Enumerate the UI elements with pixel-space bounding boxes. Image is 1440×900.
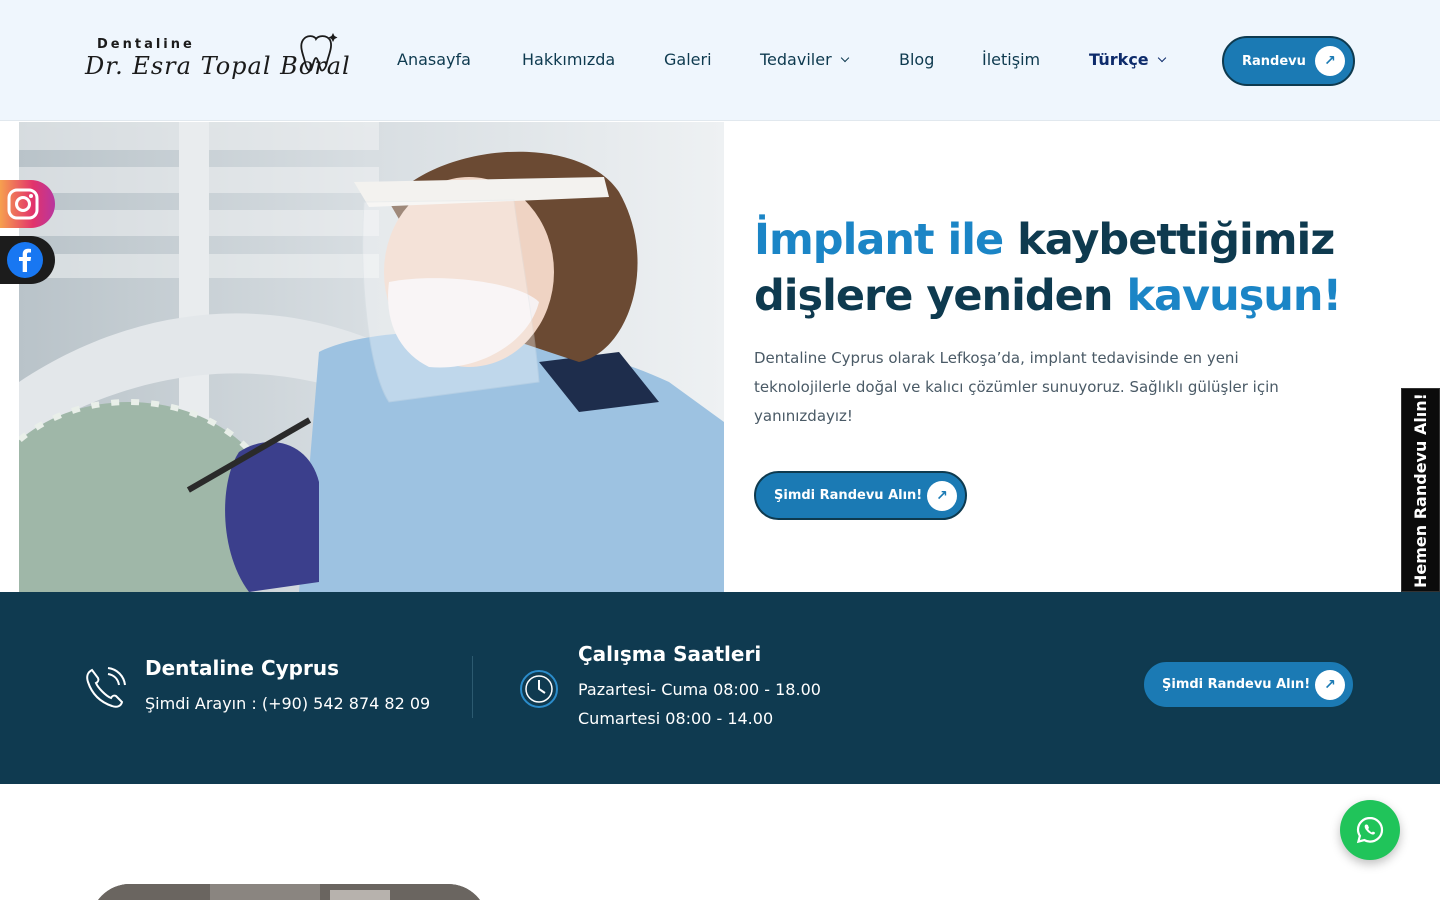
nav-item-galeri[interactable]: Galeri (664, 50, 712, 69)
side-appointment-tab[interactable]: Hemen Randevu Alın! (1401, 388, 1440, 592)
arrow-up-right-icon: ↗ (1315, 46, 1345, 76)
dentist-photo (19, 122, 724, 592)
nav-item-hakkimizda[interactable]: Hakkımızda (522, 50, 615, 69)
hero-description: Dentaline Cyprus olarak Lefkoşa’da, impl… (754, 349, 1279, 425)
arrow-up-right-icon: ↗ (1315, 669, 1345, 700)
hero-appointment-button[interactable]: Şimdi Randevu Alın! ↗ (754, 471, 967, 520)
contact-title: Dentaline Cyprus (145, 656, 339, 680)
hero-appointment-label: Şimdi Randevu Alın! (774, 488, 923, 503)
site-header: Dentaline Dr. Esra Topal Boral Anasayfa … (0, 0, 1440, 121)
contact-phone[interactable]: Şimdi Arayın : (+90) 542 874 82 09 (145, 694, 430, 713)
chevron-down-icon (840, 53, 849, 62)
section-image-preview (90, 884, 488, 900)
hours-saturday: Cumartesi 08:00 - 14.00 (578, 709, 774, 728)
hero-title: İmplant ile kaybettiğimiz dişlere yenide… (754, 212, 1374, 324)
whatsapp-button[interactable] (1340, 800, 1400, 860)
language-selector[interactable]: Türkçe (1089, 50, 1166, 69)
hero-title-highlight: İmplant ile (754, 215, 1004, 265)
clock-icon (520, 670, 558, 708)
hours-title: Çalışma Saatleri (578, 642, 762, 666)
hours-weekdays: Pazartesi- Cuma 08:00 - 18.00 (578, 680, 821, 699)
hero-image (19, 122, 724, 592)
instagram-icon (7, 188, 39, 220)
band-divider (472, 656, 473, 718)
phone-icon (86, 667, 126, 708)
chevron-down-icon (1157, 53, 1166, 62)
band-appointment-button[interactable]: Şimdi Randevu Alın! ↗ (1142, 660, 1355, 709)
nav-item-iletisim[interactable]: İletişim (982, 50, 1040, 69)
band-appointment-label: Şimdi Randevu Alın! (1162, 677, 1311, 692)
nav-item-tedaviler[interactable]: Tedaviler (760, 50, 849, 69)
hero-title-highlight-end: kavuşun! (1126, 271, 1342, 321)
clinic-photo (90, 884, 488, 900)
header-appointment-button[interactable]: Randevu ↗ (1222, 36, 1355, 86)
nav-item-tedaviler-label: Tedaviler (760, 50, 832, 69)
facebook-button[interactable] (0, 236, 55, 284)
side-appointment-label: Hemen Randevu Alın! (1411, 392, 1430, 588)
header-appointment-label: Randevu (1242, 53, 1306, 69)
arrow-up-right-icon: ↗ (927, 480, 957, 511)
nav-item-blog[interactable]: Blog (899, 50, 934, 69)
language-label: Türkçe (1089, 50, 1149, 69)
instagram-button[interactable] (0, 180, 55, 228)
whatsapp-icon (1356, 816, 1384, 844)
facebook-icon (7, 242, 43, 278)
nav-item-anasayfa[interactable]: Anasayfa (397, 50, 471, 69)
